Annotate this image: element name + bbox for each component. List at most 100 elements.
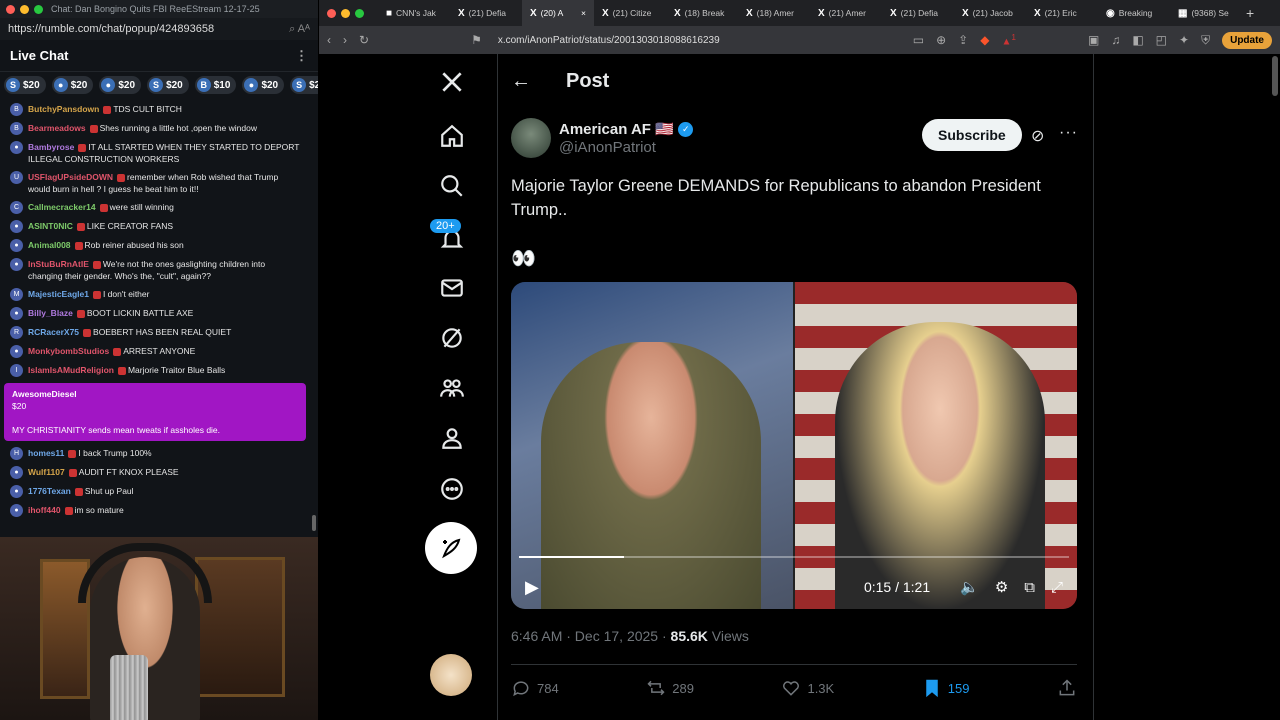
chat-username[interactable]: InStuBuRnAtIE — [28, 259, 89, 269]
split-view-icon[interactable]: ◧ — [1132, 33, 1143, 47]
chat-username[interactable]: Bearmeadows — [28, 123, 86, 133]
post-more-icon[interactable]: ··· — [1059, 124, 1078, 142]
brave-shield-icon[interactable]: ◆ — [980, 33, 989, 47]
play-icon[interactable]: ▶ — [525, 577, 539, 598]
author-name[interactable]: American AF 🇺🇸 — [559, 121, 674, 138]
chat-scrollbar[interactable] — [312, 515, 316, 531]
browser-tab[interactable]: X (18) Amer — [738, 0, 810, 26]
chat-username[interactable]: RCRacerX75 — [28, 327, 79, 337]
brave-rewards-icon[interactable]: ▲1 — [1001, 32, 1016, 47]
messages-icon[interactable] — [438, 274, 466, 302]
rant-chip[interactable]: S$20 — [290, 76, 318, 94]
home-icon[interactable] — [438, 122, 466, 150]
chat-username[interactable]: 1776Texan — [28, 486, 71, 496]
chat-username[interactable]: Billy_Blaze — [28, 308, 73, 318]
browser-tab[interactable]: ■ CNN's Jak — [378, 0, 450, 26]
rant-chip[interactable]: B $10 — [194, 76, 237, 94]
browser-tab[interactable]: X (21) Jacob — [954, 0, 1026, 26]
chat-url-bar[interactable]: https://rumble.com/chat/popup/424893658 … — [0, 18, 318, 40]
compose-post-button[interactable] — [425, 522, 477, 574]
chat-more-icon[interactable]: ⋮ — [295, 48, 308, 64]
rant-chip[interactable]: ● $20 — [99, 76, 142, 94]
subscribe-button[interactable]: Subscribe — [922, 119, 1022, 151]
chat-avatar[interactable]: I — [10, 364, 23, 377]
chat-avatar[interactable]: ● — [10, 504, 23, 517]
chat-username[interactable]: MajesticEagle1 — [28, 289, 89, 299]
chat-avatar[interactable]: B — [10, 122, 23, 135]
rant-chip[interactable]: ● $20 — [51, 76, 94, 94]
x-logo-icon[interactable] — [438, 68, 466, 96]
vpn-icon[interactable]: ⛨ — [1201, 33, 1210, 48]
search-icon[interactable]: ⌕ Aᴬ — [289, 23, 310, 36]
rant-chip[interactable]: S$20 — [147, 76, 189, 94]
rant-chip[interactable]: S$20 — [4, 76, 46, 94]
bookmark-page-icon[interactable]: ⚑ — [471, 33, 482, 47]
forward-icon[interactable]: › — [343, 33, 347, 47]
chat-avatar[interactable]: ● — [10, 239, 23, 252]
chat-avatar[interactable]: ● — [10, 345, 23, 358]
author-avatar[interactable] — [511, 118, 551, 158]
browser-tab[interactable]: X (21) Amer — [810, 0, 882, 26]
post-timestamp[interactable]: 6:46 AM · Dec 17, 2025 · — [511, 628, 671, 644]
fullscreen-icon[interactable]: ⤢ — [1051, 579, 1063, 596]
chat-avatar[interactable]: ● — [10, 307, 23, 320]
browser-tab[interactable]: X (21) Defia — [882, 0, 954, 26]
settings-gear-icon[interactable]: ⚙ — [995, 578, 1008, 596]
volume-icon[interactable]: 🔈 — [960, 578, 979, 596]
chat-avatar[interactable]: ● — [10, 485, 23, 498]
chat-username[interactable]: Bambyrose — [28, 142, 74, 152]
chat-username[interactable]: Wulf1107 — [28, 467, 65, 477]
update-button[interactable]: Update — [1222, 31, 1272, 49]
browser-tab[interactable]: X (21) Citize — [594, 0, 666, 26]
browser-tab[interactable]: X (21) Defia — [450, 0, 522, 26]
cast-icon[interactable]: ▭ — [913, 33, 924, 47]
explore-search-icon[interactable] — [438, 172, 466, 200]
chat-username[interactable]: AwesomeDiesel — [12, 389, 77, 399]
account-avatar[interactable] — [430, 654, 472, 696]
sidebar-icon[interactable]: ▣ — [1088, 33, 1099, 47]
page-scrollbar[interactable] — [1272, 56, 1278, 96]
repost-button[interactable]: 289 — [646, 678, 694, 698]
browser-tab[interactable]: ▦ (9368) Se — [1170, 0, 1242, 26]
close-window-button[interactable] — [327, 8, 336, 18]
chat-avatar[interactable]: H — [10, 447, 23, 460]
browser-tab[interactable]: X (20) A × — [522, 0, 594, 26]
chat-username[interactable]: MonkybombStudios — [28, 346, 109, 356]
close-tab-icon[interactable]: × — [581, 8, 586, 18]
music-icon[interactable]: ♫ — [1111, 33, 1120, 47]
chat-avatar[interactable]: R — [10, 326, 23, 339]
chat-username[interactable]: Animal008 — [28, 240, 71, 250]
grok-explain-icon[interactable]: ⊘ — [1031, 126, 1044, 146]
zoom-window-button[interactable] — [355, 8, 364, 18]
close-window-button[interactable] — [6, 4, 15, 14]
chat-username[interactable]: homes11 — [28, 448, 64, 458]
share-post-button[interactable] — [1057, 678, 1077, 698]
back-arrow-icon[interactable]: ← — [511, 70, 531, 93]
reply-button[interactable]: 784 — [511, 678, 559, 698]
chat-username[interactable]: ihoff440 — [28, 505, 61, 515]
url-field[interactable]: x.com/iAnonPatriot/status/20013030180886… — [494, 30, 901, 50]
video-player[interactable]: ▶ 0:15 / 1:21 🔈 ⚙ ⧉ ⤢ — [511, 282, 1077, 609]
bookmark-button[interactable]: 159 — [922, 678, 969, 698]
chat-avatar[interactable]: U — [10, 171, 23, 184]
minimize-window-button[interactable] — [20, 4, 29, 14]
minimize-window-button[interactable] — [341, 8, 350, 18]
new-tab-button[interactable]: + — [1246, 5, 1254, 21]
post-author[interactable]: American AF 🇺🇸 ✓ @iAnonPatriot — [511, 118, 694, 158]
browser-tab[interactable]: X (18) Break — [666, 0, 738, 26]
chat-username[interactable]: Callmecracker14 — [28, 202, 96, 212]
chat-username[interactable]: ASINT0NIC — [28, 221, 73, 231]
back-icon[interactable]: ‹ — [327, 33, 331, 47]
video-progress-bar[interactable] — [519, 556, 1069, 558]
rant-chip[interactable]: ● $20 — [242, 76, 285, 94]
chat-avatar[interactable]: M — [10, 288, 23, 301]
grok-icon[interactable] — [438, 324, 466, 352]
chat-avatar[interactable]: ● — [10, 220, 23, 233]
like-button[interactable]: 1.3K — [781, 678, 834, 698]
chat-avatar[interactable]: B — [10, 103, 23, 116]
chat-avatar[interactable]: ● — [10, 141, 23, 154]
profile-icon[interactable] — [438, 424, 466, 452]
chat-avatar[interactable]: ● — [10, 258, 23, 271]
chat-username[interactable]: ButchyPansdown — [28, 104, 99, 114]
browser-tab[interactable]: ◉ Breaking — [1098, 0, 1170, 26]
